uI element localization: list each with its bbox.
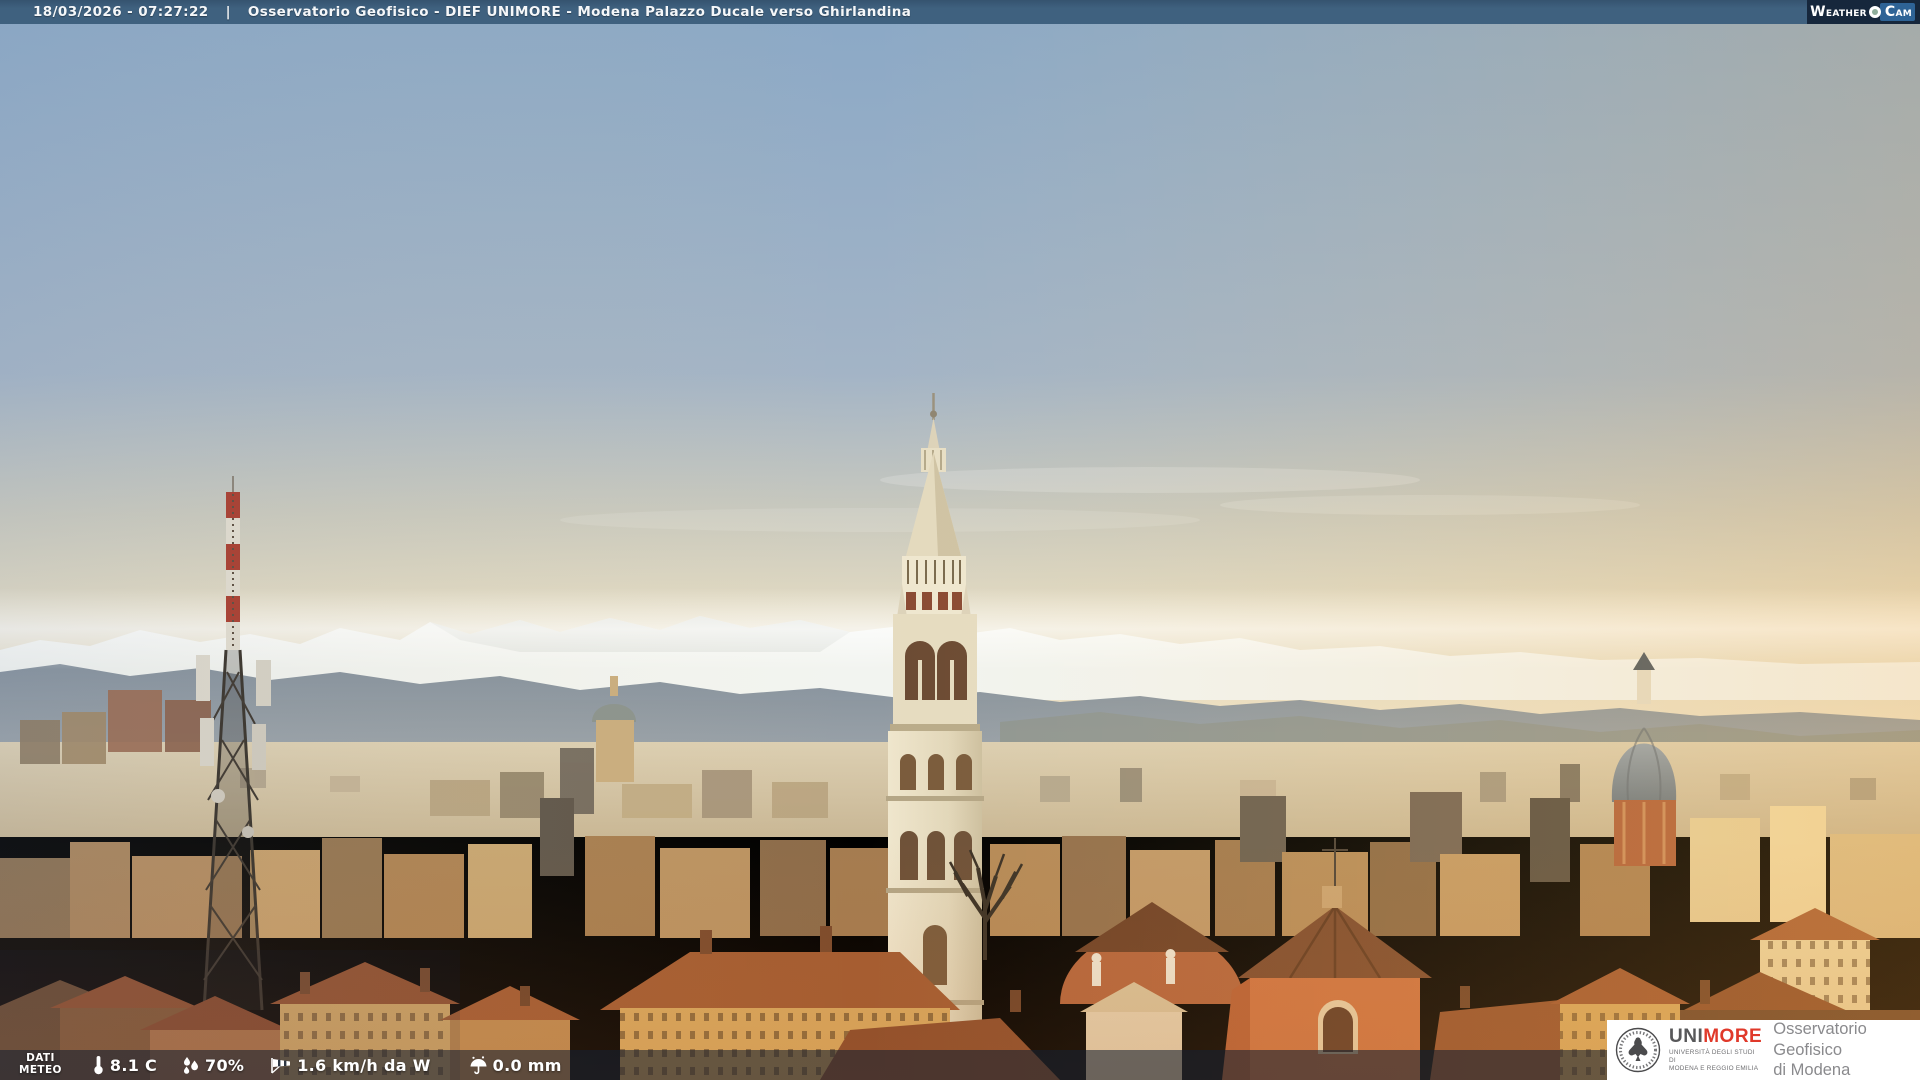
thermometer-icon	[94, 1056, 103, 1075]
weathercam-logo: Weather Cam	[1807, 0, 1920, 24]
datetime-text: 18/03/2026 - 07:27:22	[33, 4, 209, 20]
observatory-name: Osservatorio Geofisico di Modena	[1773, 1020, 1867, 1080]
wind-value: 1.6 km/h da W	[297, 1055, 431, 1075]
rain-reading: 0.0 mm	[469, 1056, 562, 1075]
unimore-wordmark: UNIMORE	[1669, 1026, 1763, 1047]
separator: |	[225, 4, 231, 20]
humidity-icon	[184, 1056, 199, 1074]
weathercam-dot-icon	[1868, 6, 1881, 18]
webcam-title: Osservatorio Geofisico - DIEF UNIMORE - …	[247, 4, 912, 20]
umbrella-icon	[470, 1055, 487, 1074]
windsock-icon	[271, 1057, 291, 1073]
unimore-brand: UNIMORE UNIVERSITÀ DEGLI STUDI DI MODENA…	[1669, 1027, 1762, 1073]
unimore-crest-icon	[1615, 1027, 1661, 1073]
unimore-subtitle: UNIVERSITÀ DEGLI STUDI DI MODENA E REGGI…	[1669, 1049, 1759, 1072]
webcam-frame: 18/03/2026 - 07:27:22 | Osservatorio Geo…	[0, 0, 1920, 1080]
temperature-reading: 8.1 C	[92, 1055, 157, 1075]
weathercam-cam-text: Cam	[1879, 3, 1915, 21]
title-bar: 18/03/2026 - 07:27:22 | Osservatorio Geo…	[0, 0, 1920, 24]
webcam-photo-modena-skyline	[0, 0, 1920, 1080]
temperature-value: 8.1 C	[109, 1055, 158, 1075]
humidity-reading: 70%	[181, 1056, 244, 1075]
weathercam-weather-text: Weather	[1810, 4, 1867, 20]
wind-reading: 1.6 km/h da W	[268, 1056, 430, 1075]
unimore-logo-panel: UNIMORE UNIVERSITÀ DEGLI STUDI DI MODENA…	[1607, 1020, 1920, 1080]
rain-value: 0.0 mm	[492, 1055, 562, 1075]
dati-meteo-label: DATI METEO	[19, 1052, 62, 1076]
humidity-value: 70%	[205, 1055, 245, 1075]
